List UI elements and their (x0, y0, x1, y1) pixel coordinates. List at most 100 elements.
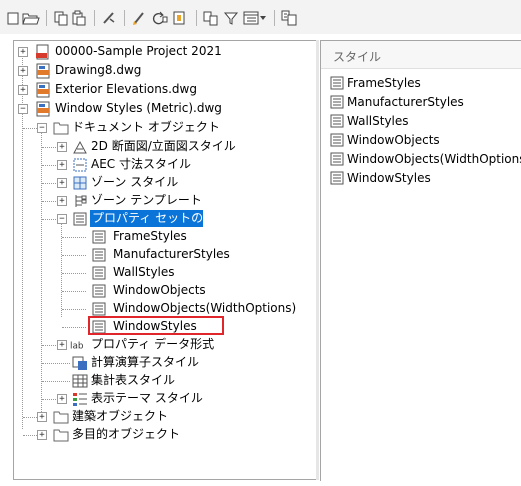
column-header-label: スタイル (333, 50, 382, 64)
tree-item-property-set[interactable]: ManufacturerStyles (14, 246, 314, 264)
expand-toggle[interactable]: + (37, 412, 47, 422)
expand-toggle[interactable]: + (37, 430, 47, 440)
expand-toggle[interactable]: + (57, 178, 67, 188)
list-item-label: ManufacturerStyles (347, 95, 464, 109)
filter-icon[interactable] (222, 9, 240, 27)
folder-icon (53, 429, 69, 442)
open-folder-icon[interactable] (22, 9, 40, 27)
tree-item-style-category[interactable]: + ゾーン テンプレート (14, 192, 314, 210)
tree-item-style-category[interactable]: + 2D 断面図/立面図スタイル (14, 138, 314, 156)
tree-item-label: Drawing8.dwg (55, 63, 142, 77)
tree-item-style-category[interactable]: + AEC 寸法スタイル (14, 156, 314, 174)
paste-icon[interactable] (70, 9, 88, 27)
column-header-style[interactable]: スタイル (321, 41, 521, 69)
folder-icon (53, 122, 69, 135)
tree-item-property-set[interactable]: FrameStyles (14, 228, 314, 246)
calculation-modifier-icon (72, 356, 87, 370)
section-elevation-icon (73, 140, 87, 154)
collapse-toggle[interactable]: − (37, 123, 47, 133)
tree-item-style-category[interactable]: 集計表スタイル (14, 372, 314, 390)
property-set-icon (330, 114, 344, 128)
tree-item-label: AEC 寸法スタイル (91, 157, 191, 171)
zone-style-icon (73, 176, 87, 190)
expand-toggle[interactable]: + (57, 394, 67, 404)
export-icon[interactable] (202, 9, 220, 27)
tree-item-style-category[interactable]: + 表示テーマ スタイル (14, 390, 314, 408)
list-item[interactable]: ManufacturerStyles (329, 93, 521, 112)
new-page-icon[interactable] (4, 9, 22, 27)
tree-item-property-set-definitions[interactable]: − プロパティ セットの定義 (14, 210, 314, 228)
list-item-label: WindowObjects(WidthOptions) (347, 152, 521, 166)
copy-icon[interactable] (52, 9, 70, 27)
list-pane: スタイル FrameStyles ManufacturerStyles Wall… (320, 40, 521, 481)
list-item-label: WindowObjects (347, 133, 440, 147)
expand-toggle[interactable]: + (57, 340, 67, 350)
purge-icon[interactable] (100, 9, 118, 27)
tree-item-label: 表示テーマ スタイル (91, 391, 203, 405)
folder-icon (53, 411, 69, 424)
property-set-icon (92, 284, 106, 298)
dwg-file-icon (36, 101, 50, 117)
tree-item-drawing[interactable]: + Drawing8.dwg (14, 62, 314, 80)
pane-splitter[interactable] (316, 40, 319, 480)
tree-item-label: ゾーン スタイル (91, 175, 179, 189)
tree-item-label: プロパティ セットの定義 (92, 211, 228, 225)
tree-item-label: WallStyles (113, 265, 175, 279)
property-set-icon (330, 171, 344, 185)
tree-item-category[interactable]: + 多目的オブジェクト (14, 426, 314, 444)
expand-toggle[interactable]: + (57, 196, 67, 206)
tree-item-style-category[interactable]: + ゾーン スタイル (14, 174, 314, 192)
tree-item-drawing[interactable]: + 00000-Sample Project 2021 (14, 43, 314, 61)
highlight-box (88, 316, 224, 335)
tree-item-label: 計算演算子スタイル (91, 355, 200, 369)
display-theme-icon (73, 393, 87, 406)
toolbar (0, 0, 521, 34)
expand-toggle[interactable]: + (18, 66, 28, 76)
tree-item-doc-objects[interactable]: − ドキュメント オブジェクト (14, 119, 314, 137)
tree-item-label: プロパティ データ形式 (91, 337, 215, 351)
property-set-icon (330, 76, 344, 90)
schedule-table-icon (72, 374, 88, 388)
expand-toggle[interactable]: + (57, 142, 67, 152)
property-set-icon (92, 230, 106, 244)
dropdown-icon[interactable] (258, 9, 268, 27)
svg-text:lab: lab (70, 342, 84, 352)
tree-item-property-set[interactable]: WindowObjects (14, 282, 314, 300)
list-item[interactable]: FrameStyles (329, 74, 521, 93)
tree-item-label: ゾーン テンプレート (91, 193, 202, 207)
brush-icon[interactable] (130, 9, 148, 27)
list-item[interactable]: WindowObjects(WidthOptions) (329, 150, 521, 169)
import-icon[interactable] (170, 9, 188, 27)
refresh-icon[interactable] (150, 9, 168, 27)
zone-template-icon (75, 195, 87, 207)
tree-item-label: ManufacturerStyles (113, 247, 230, 261)
expand-toggle[interactable]: + (57, 160, 67, 170)
tree-item-drawing[interactable]: + Exterior Elevations.dwg (14, 81, 314, 99)
tree-item-label: 建築オブジェクト (72, 409, 169, 423)
expand-toggle[interactable]: + (18, 47, 28, 57)
list-item[interactable]: WindowObjects (329, 131, 521, 150)
property-set-icon (92, 248, 106, 262)
tree-item-label: 集計表スタイル (91, 373, 176, 387)
tree-item-label: 00000-Sample Project 2021 (55, 44, 222, 58)
tree-item-style-category[interactable]: + lab プロパティ データ形式 (14, 336, 314, 354)
tree-item-drawing[interactable]: − Window Styles (Metric).dwg (14, 100, 314, 118)
lab-icon: lab (70, 342, 84, 352)
tree-item-label: Window Styles (Metric).dwg (55, 101, 222, 115)
tree-item-label: 多目的オブジェクト (72, 427, 181, 441)
tree-item-category[interactable]: + 建築オブジェクト (14, 408, 314, 426)
tree-item-property-set[interactable]: WallStyles (14, 264, 314, 282)
list-item[interactable]: WallStyles (329, 112, 521, 131)
compare-icon[interactable] (280, 9, 298, 27)
pdf-file-icon (36, 44, 49, 60)
dimension-icon (73, 158, 87, 172)
collapse-toggle[interactable]: − (57, 214, 67, 224)
list-item-label: WallStyles (347, 114, 409, 128)
property-set-icon (330, 95, 344, 109)
list-item[interactable]: WindowStyles (329, 169, 521, 188)
tree-item-style-category[interactable]: 計算演算子スタイル (14, 354, 314, 372)
expand-toggle[interactable]: + (18, 85, 28, 95)
collapse-toggle[interactable]: − (18, 104, 28, 114)
tree-item-label: WindowObjects(WidthOptions) (113, 301, 297, 315)
tree-item-label: Exterior Elevations.dwg (55, 82, 197, 96)
